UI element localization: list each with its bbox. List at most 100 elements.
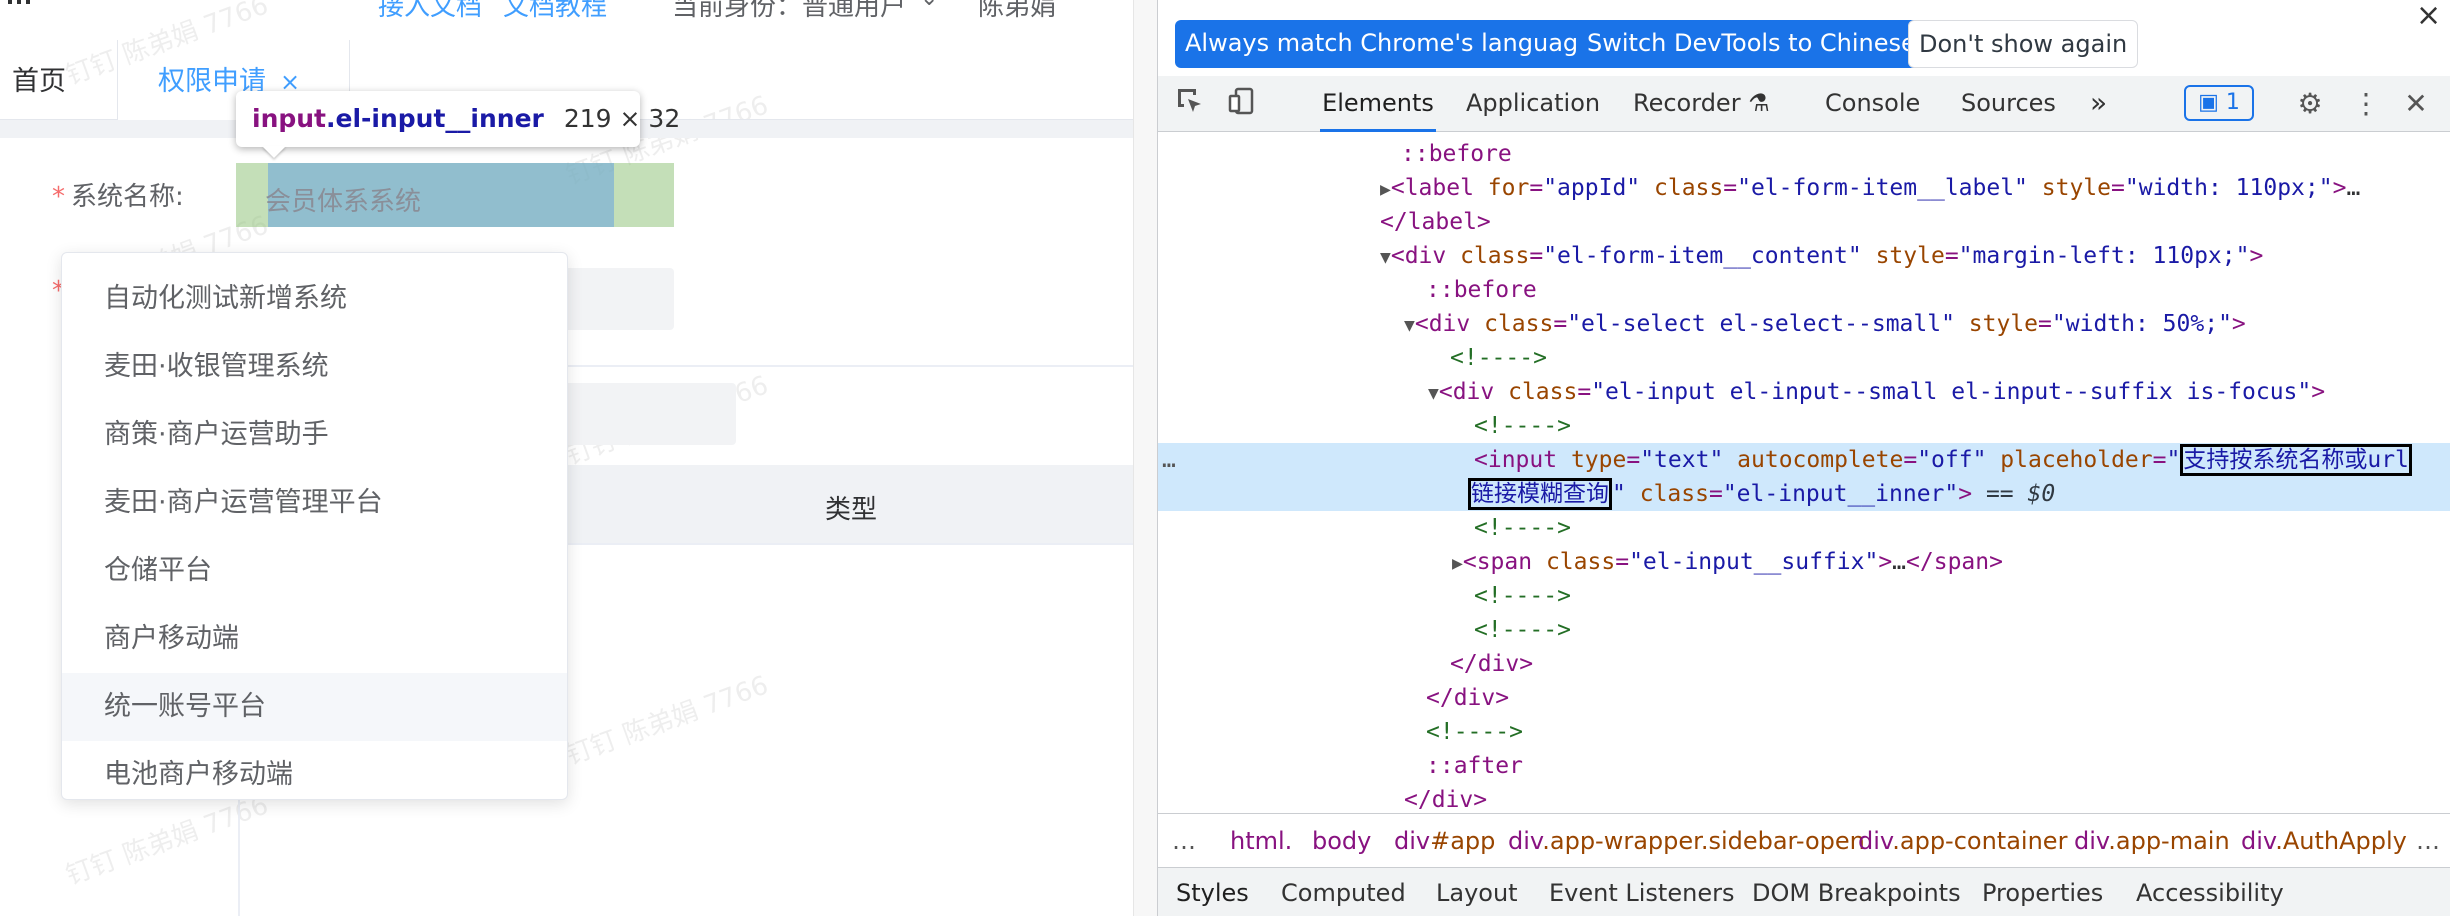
required-mark: *: [52, 182, 65, 212]
placeholder-value: 链接模糊查询: [1468, 478, 1612, 510]
tab-recorder[interactable]: Recorder ⚗: [1633, 76, 1770, 132]
comment-node: <!---->: [1474, 617, 1571, 643]
comment-node: <!---->: [1474, 413, 1571, 439]
tab-application[interactable]: Application: [1466, 76, 1600, 132]
breadcrumb-more[interactable]: …: [2416, 814, 2440, 868]
dropdown-option-hovered[interactable]: 统一账号平台: [62, 673, 567, 741]
breadcrumb-more[interactable]: …: [1172, 814, 1196, 868]
dom-line[interactable]: </div>: [1158, 783, 2450, 813]
system-select-dropdown: 自动化测试新增系统 麦田·收银管理系统 商策·商户运营助手 麦田·商户运营管理平…: [61, 252, 568, 800]
column-header-type: 类型: [825, 495, 878, 525]
user-menu[interactable]: 陈弟娟: [978, 0, 1056, 23]
pseudo-element: ::before: [1426, 277, 1537, 303]
dropdown-option[interactable]: 电池商户移动端: [62, 741, 567, 799]
dom-line[interactable]: ::before: [1158, 137, 2450, 171]
dom-line[interactable]: <!---->: [1158, 715, 2450, 749]
breadcrumb-item[interactable]: div.app-container: [1858, 814, 2067, 868]
closing-tag: </div>: [1450, 651, 1534, 677]
more-icon[interactable]: …: [1162, 443, 1176, 477]
tab-computed[interactable]: Computed: [1281, 868, 1406, 916]
dom-line[interactable]: <!---->: [1158, 341, 2450, 375]
tab-console[interactable]: Console: [1825, 76, 1920, 132]
dropdown-option[interactable]: 仓储平台: [62, 537, 567, 605]
close-icon[interactable]: ×: [2416, 0, 2441, 33]
match-language-button[interactable]: Always match Chrome's language: [1175, 20, 1603, 68]
dom-line[interactable]: </label>: [1158, 205, 2450, 239]
inspect-tooltip: input.el-input__inner 219 × 32: [236, 91, 680, 147]
dom-line[interactable]: ▼<div class="el-select el-select--small"…: [1158, 307, 2450, 341]
dom-line-selected[interactable]: 链接模糊查询 " class="el-input__inner"> == $0: [1158, 477, 2450, 511]
nav-link-tutorial[interactable]: 文档教程: [503, 0, 607, 23]
dom-line-selected[interactable]: … <input type="text" autocomplete="off" p…: [1158, 443, 2450, 477]
message-icon: ▣: [2198, 90, 2219, 115]
tab-elements[interactable]: Elements: [1320, 76, 1436, 132]
collapse-triangle-icon[interactable]: ▼: [1428, 383, 1439, 404]
breadcrumb-item[interactable]: div#app: [1394, 814, 1495, 868]
system-name-input[interactable]: 会员体系系统: [265, 181, 421, 218]
breadcrumb-item[interactable]: html.: [1230, 814, 1292, 868]
comment-node: <!---->: [1450, 345, 1547, 371]
gear-icon[interactable]: ⚙: [2292, 86, 2328, 122]
tab-sources[interactable]: Sources: [1961, 76, 2056, 132]
dropdown-option[interactable]: 自动化测试新增系统: [62, 265, 567, 333]
tab-dom-breakpoints[interactable]: DOM Breakpoints: [1752, 868, 1961, 916]
tab-layout[interactable]: Layout: [1436, 868, 1518, 916]
chevron-down-icon: ⌄: [920, 0, 938, 11]
expand-triangle-icon[interactable]: ▶: [1452, 553, 1463, 574]
tab-home[interactable]: 首页: [0, 40, 118, 120]
more-tabs-icon[interactable]: »: [2090, 76, 2107, 132]
placeholder-value: 支持按系统名称或url: [2180, 444, 2412, 476]
dropdown-option[interactable]: 商策·商户运营助手: [62, 401, 567, 469]
issues-badge[interactable]: ▣ 1: [2184, 85, 2254, 121]
expand-triangle-icon[interactable]: ▶: [1380, 179, 1391, 200]
dom-line[interactable]: <!---->: [1158, 579, 2450, 613]
dom-line[interactable]: ::before: [1158, 273, 2450, 307]
switch-chinese-button[interactable]: Switch DevTools to Chinese: [1577, 20, 1926, 68]
dropdown-option[interactable]: 麦田·收银管理系统: [62, 333, 567, 401]
page-scrollbar[interactable]: [1133, 0, 1157, 916]
tab-styles[interactable]: Styles: [1176, 868, 1249, 916]
breadcrumb: … html. body div#app div.app-wrapper.sid…: [1158, 813, 2450, 867]
breadcrumb-item[interactable]: div.app-wrapper.sidebar-open: [1508, 814, 1865, 868]
comment-node: <!---->: [1474, 515, 1571, 541]
crumb-text: body: [1312, 827, 1372, 855]
device-toolbar-icon[interactable]: [1224, 86, 1260, 122]
tab-properties[interactable]: Properties: [1982, 868, 2103, 916]
inspect-element-icon[interactable]: [1172, 86, 1208, 122]
breadcrumb-item[interactable]: body: [1312, 814, 1371, 868]
dom-line[interactable]: </div>: [1158, 647, 2450, 681]
dom-line[interactable]: ▶<span class="el-input__suffix">…</span>: [1158, 545, 2450, 579]
dropdown-option[interactable]: 商户移动端: [62, 605, 567, 673]
breadcrumb-item[interactable]: div.AuthApply: [2241, 814, 2407, 868]
close-icon[interactable]: ✕: [2398, 86, 2434, 122]
dom-line[interactable]: ▶<label for="appId" class="el-form-item_…: [1158, 171, 2450, 205]
tab-event-listeners[interactable]: Event Listeners: [1549, 868, 1734, 916]
dom-line[interactable]: ▼<div class="el-form-item__content" styl…: [1158, 239, 2450, 273]
watermark: 钉钉 陈弟娟 7766: [562, 670, 773, 772]
dropdown-option[interactable]: 麦田·商户运营管理平台: [62, 469, 567, 537]
dom-line[interactable]: <!---->: [1158, 409, 2450, 443]
collapse-triangle-icon[interactable]: ▼: [1404, 315, 1415, 336]
devtools-toolbar: Elements Application Recorder ⚗ Console …: [1158, 76, 2450, 132]
collapse-triangle-icon[interactable]: ▼: [1380, 247, 1391, 268]
dom-line[interactable]: <!---->: [1158, 613, 2450, 647]
more-options-icon[interactable]: ⋮: [2348, 86, 2384, 122]
pseudo-element: ::before: [1401, 141, 1512, 167]
tab-accessibility[interactable]: Accessibility: [2136, 868, 2284, 916]
dom-line[interactable]: <!---->: [1158, 511, 2450, 545]
issue-count: 1: [2225, 90, 2240, 115]
watermark: 钉钉 陈弟娟 7766: [62, 790, 273, 892]
hamburger-icon[interactable]: [8, 0, 36, 12]
dom-line[interactable]: ▼<div class="el-input el-input--small el…: [1158, 375, 2450, 409]
dom-line[interactable]: ::after: [1158, 749, 2450, 783]
identity-selector[interactable]: 当前身份：普通用户: [672, 0, 906, 23]
dont-show-again-button[interactable]: Don't show again: [1908, 20, 2139, 68]
flask-icon: ⚗: [1748, 89, 1770, 117]
tab-label: 首页: [12, 66, 66, 97]
app-page: 钉钉 陈弟娟 7766 钉钉 陈弟娟 7766 钉钉 陈弟娟 7766 钉钉 陈…: [0, 0, 1133, 916]
tooltip-size: 219 × 32: [563, 104, 681, 133]
closing-tag: </div>: [1404, 787, 1488, 813]
nav-link-docs[interactable]: 接入文档: [378, 0, 482, 23]
breadcrumb-item[interactable]: div.app-main: [2074, 814, 2230, 868]
dom-line[interactable]: </div>: [1158, 681, 2450, 715]
